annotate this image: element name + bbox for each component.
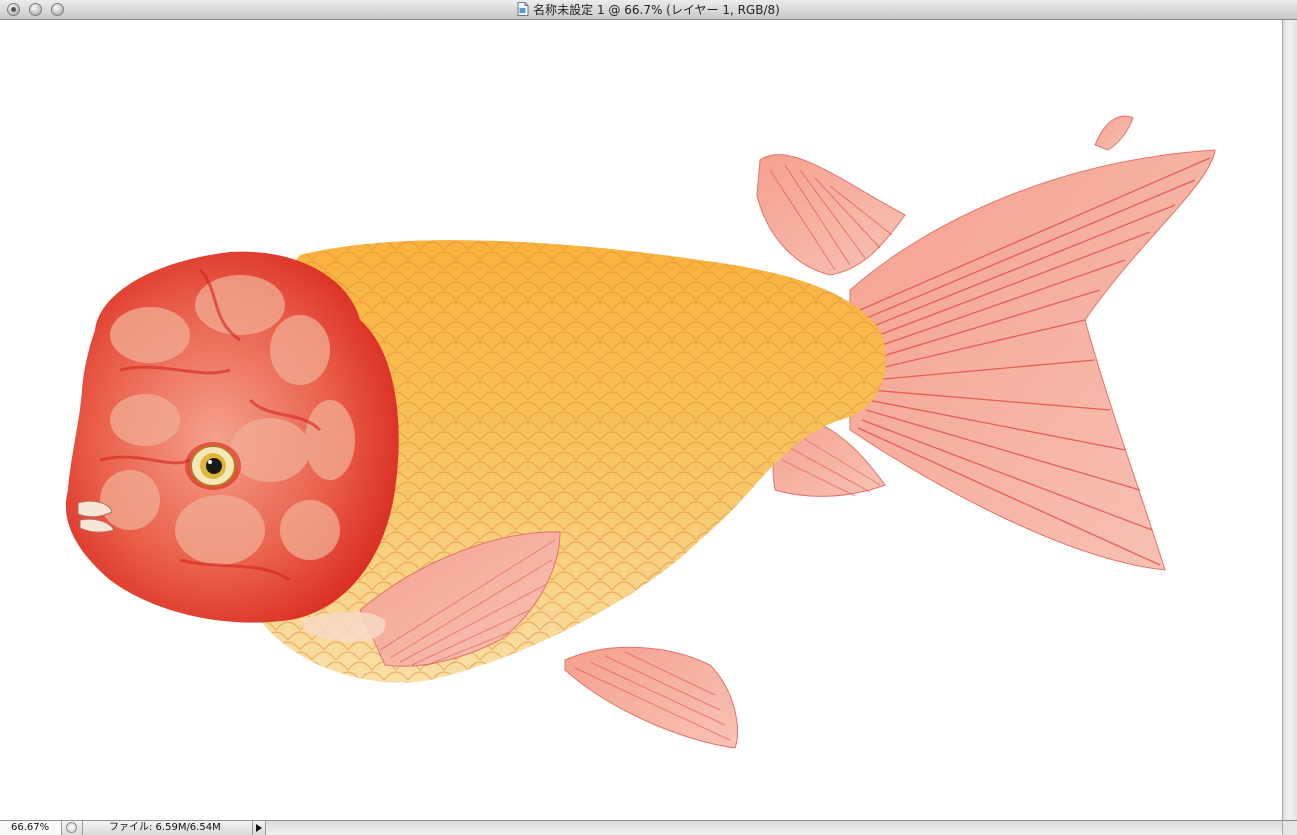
status-menu-icon[interactable] — [66, 822, 77, 833]
status-bar: 66.67% ファイル: 6.59M/6.54M — [0, 820, 1297, 835]
resize-handle[interactable] — [1282, 821, 1297, 835]
window-title-area: 名称未設定 1 @ 66.7% (レイヤー 1, RGB/8) — [0, 2, 1297, 18]
horizontal-scrollbar[interactable] — [266, 821, 1282, 835]
document-window: 名称未設定 1 @ 66.7% (レイヤー 1, RGB/8) 66.67% フ… — [0, 0, 1297, 835]
image-canvas[interactable] — [0, 20, 1282, 820]
zoom-level-field[interactable]: 66.67% — [0, 821, 62, 835]
goldfish-image — [65, 115, 1216, 749]
status-arrow-icon[interactable] — [252, 821, 266, 835]
title-bar[interactable]: 名称未設定 1 @ 66.7% (レイヤー 1, RGB/8) — [0, 0, 1297, 20]
window-title: 名称未設定 1 @ 66.7% (レイヤー 1, RGB/8) — [533, 3, 780, 17]
vertical-scrollbar[interactable] — [1282, 20, 1297, 820]
document-icon — [517, 2, 529, 16]
file-size-info: ファイル: 6.59M/6.54M — [82, 821, 252, 835]
